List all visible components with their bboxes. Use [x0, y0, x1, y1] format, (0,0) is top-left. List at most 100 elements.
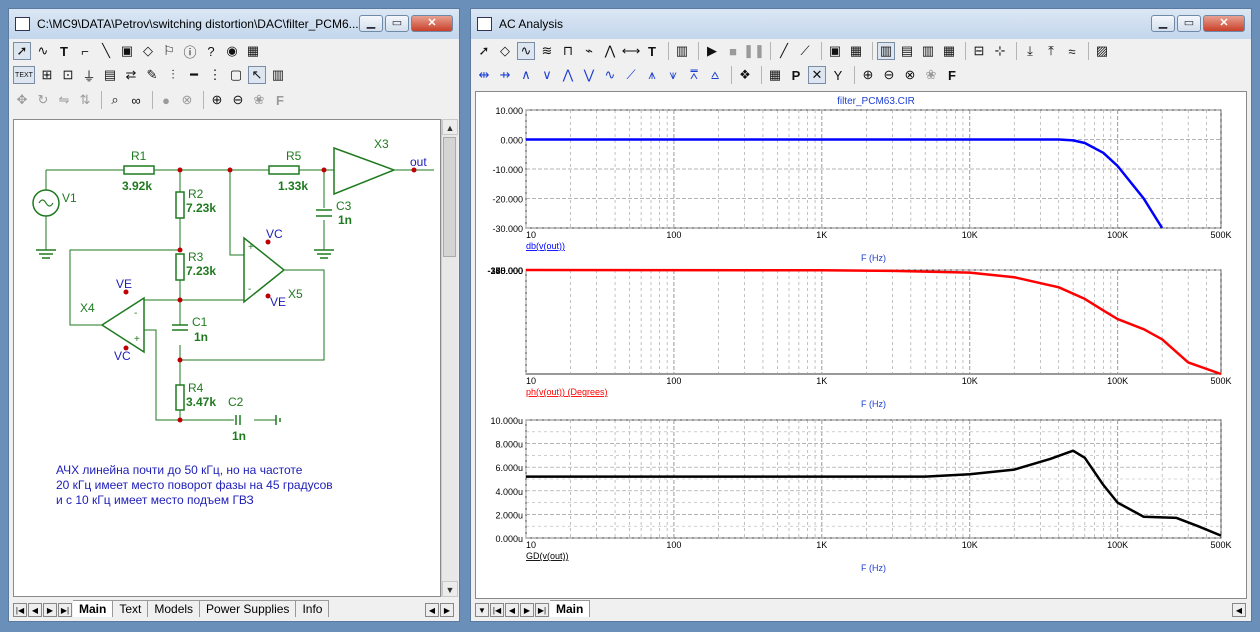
ac-component-icon[interactable]: ◇ [496, 42, 514, 60]
ac-measure-icon[interactable]: ⟷ [622, 42, 641, 60]
ac-wave-icon[interactable]: ∿ [517, 42, 535, 60]
rotate-icon[interactable]: ↻ [34, 91, 52, 109]
move-icon[interactable]: ✥ [13, 91, 31, 109]
select-arrow-icon[interactable]: ➚ [13, 42, 31, 60]
next-page-icon[interactable]: ▶ [43, 603, 57, 617]
ac-select-icon[interactable]: ➚ [475, 42, 493, 60]
ac-palette-icon[interactable]: ❀ [922, 66, 940, 84]
ac-prev-page-icon[interactable]: ◀ [505, 603, 519, 617]
ac-bode-icon[interactable]: ⊓ [559, 42, 577, 60]
wire-icon[interactable]: ∿ [34, 42, 52, 60]
component-icon[interactable]: ◇ [139, 42, 157, 60]
ac-tab-main[interactable]: Main [550, 600, 591, 617]
hscroll-left-icon[interactable]: ◀ [425, 603, 439, 617]
line-draw-icon[interactable]: ╱ [775, 42, 793, 60]
ac-zoom-fit-icon[interactable]: ⊗ [901, 66, 919, 84]
ac-spectrum-icon[interactable]: ≋ [538, 42, 556, 60]
properties-icon[interactable]: ▥ [269, 66, 287, 84]
pause-icon[interactable]: ❚❚ [743, 42, 765, 60]
probe-icon[interactable]: ✎ [143, 66, 161, 84]
tab-power-supplies[interactable]: Power Supplies [200, 600, 297, 617]
palette2-icon[interactable]: ❖ [736, 66, 754, 84]
baseline-icon[interactable]: ⊟ [970, 42, 988, 60]
attribute-icon[interactable]: ▤ [101, 66, 119, 84]
last-page-icon[interactable]: ▶| [58, 603, 72, 617]
help-icon[interactable]: ? [202, 42, 220, 60]
cursor-mode-icon[interactable]: ↖ [248, 66, 266, 84]
flag-icon[interactable]: ▣ [118, 42, 136, 60]
hscroll-right-icon[interactable]: ▶ [440, 603, 454, 617]
ac-drop-icon[interactable]: ▼ [475, 603, 489, 617]
pin-icon[interactable]: ⊡ [59, 66, 77, 84]
info-icon[interactable]: ⓘ [181, 42, 199, 60]
cursor-y-icon[interactable]: Y [829, 66, 847, 84]
slope-icon[interactable]: ⟋ [622, 66, 640, 84]
inflection-icon[interactable]: ∿ [601, 66, 619, 84]
low-icon[interactable]: ⋁ [580, 66, 598, 84]
grid-both-icon[interactable]: ▥ [919, 42, 937, 60]
global-high-icon[interactable]: ⩚ [643, 66, 661, 84]
tag3-icon[interactable]: ≈ [1063, 42, 1081, 60]
cursor-line-icon[interactable]: ⊹ [991, 42, 1009, 60]
run-icon[interactable]: ▶ [703, 42, 721, 60]
scroll-down-arrow-icon[interactable]: ▼ [442, 581, 458, 597]
ac-minimize-button[interactable]: ▁ [1151, 15, 1175, 32]
global-low-icon[interactable]: ⩛ [664, 66, 682, 84]
ac-properties-icon[interactable]: ▥ [673, 42, 691, 60]
flag-tool-icon[interactable]: ⚐ [160, 42, 178, 60]
ac-peak-icon[interactable]: ⋀ [601, 42, 619, 60]
ac-maximize-button[interactable]: ▭ [1177, 15, 1201, 32]
ac-tool-icon[interactable]: ⌁ [580, 42, 598, 60]
ac-plot-canvas[interactable]: filter_PCM63.CIR 10.000 0.000 -10.000 -20.0… [475, 91, 1247, 599]
minimize-button[interactable]: ▁ [359, 15, 383, 32]
ac-last-page-icon[interactable]: ▶| [535, 603, 549, 617]
high-icon[interactable]: ⋀ [559, 66, 577, 84]
zoom-in-icon[interactable]: ⊕ [208, 91, 226, 109]
font-icon[interactable]: F [271, 91, 289, 109]
scroll-up-arrow-icon[interactable]: ▲ [442, 119, 458, 135]
find-icon[interactable]: ⌕ [106, 91, 124, 109]
grid-icon[interactable]: ▦ [244, 42, 262, 60]
prev-page-icon[interactable]: ◀ [28, 603, 42, 617]
bottom-icon[interactable]: ⩟ [706, 66, 724, 84]
ac-zoom-in-icon[interactable]: ⊕ [859, 66, 877, 84]
maximize-button[interactable]: ▭ [385, 15, 409, 32]
ac-next-page-icon[interactable]: ▶ [520, 603, 534, 617]
line-tool-icon[interactable]: ━ [185, 66, 203, 84]
grid-major-icon[interactable]: ▥ [877, 42, 895, 60]
schematic-vertical-scrollbar[interactable]: ▲ ▼ [441, 119, 458, 597]
grid-none-icon[interactable]: ▦ [940, 42, 958, 60]
flip-icon[interactable]: ⇅ [76, 91, 94, 109]
stop-square-icon[interactable]: ■ [724, 42, 742, 60]
close-button[interactable]: ✕ [411, 15, 453, 32]
bus-icon[interactable]: ⫶ [164, 66, 182, 84]
ac-close-button[interactable]: ✕ [1203, 15, 1245, 32]
export-icon[interactable]: ▨ [1093, 42, 1111, 60]
ground-icon[interactable]: ⏚ [80, 66, 98, 84]
cursor-right-icon[interactable]: ⇸ [496, 66, 514, 84]
page-icon[interactable]: ▢ [227, 66, 245, 84]
schematic-canvas[interactable]: R1 3.92k R2 7.23k R3 7.23k R4 3.47k R5 1… [13, 119, 441, 597]
tab-main[interactable]: Main [73, 600, 114, 617]
tag-icon[interactable]: ⤓ [1021, 42, 1039, 60]
mirror-icon[interactable]: ⇋ [55, 91, 73, 109]
text-tool-icon[interactable]: T [55, 42, 73, 60]
top-icon[interactable]: ⩞ [685, 66, 703, 84]
ac-font-icon[interactable]: F [943, 66, 961, 84]
palette-icon[interactable]: ❀ [250, 91, 268, 109]
tab-models[interactable]: Models [148, 600, 201, 617]
stop-icon[interactable]: ● [157, 91, 175, 109]
text-mode-button[interactable]: TEXT [13, 66, 35, 84]
cursor-left-icon[interactable]: ⇹ [475, 66, 493, 84]
ac-hscroll-left-icon[interactable]: ◀ [1232, 603, 1246, 617]
zoom-out-icon[interactable]: ⊖ [229, 91, 247, 109]
tab-info[interactable]: Info [296, 600, 330, 617]
cancel-icon[interactable]: ⊗ [178, 91, 196, 109]
table-icon[interactable]: ▦ [766, 66, 784, 84]
grid-minor-icon[interactable]: ▤ [898, 42, 916, 60]
wire-bend-icon[interactable]: ⌐ [76, 42, 94, 60]
ac-text-icon[interactable]: T [643, 42, 661, 60]
frame-icon[interactable]: ▣ [826, 42, 844, 60]
cursor-x-icon[interactable]: ✕ [808, 66, 826, 84]
globe-icon[interactable]: ◉ [223, 42, 241, 60]
